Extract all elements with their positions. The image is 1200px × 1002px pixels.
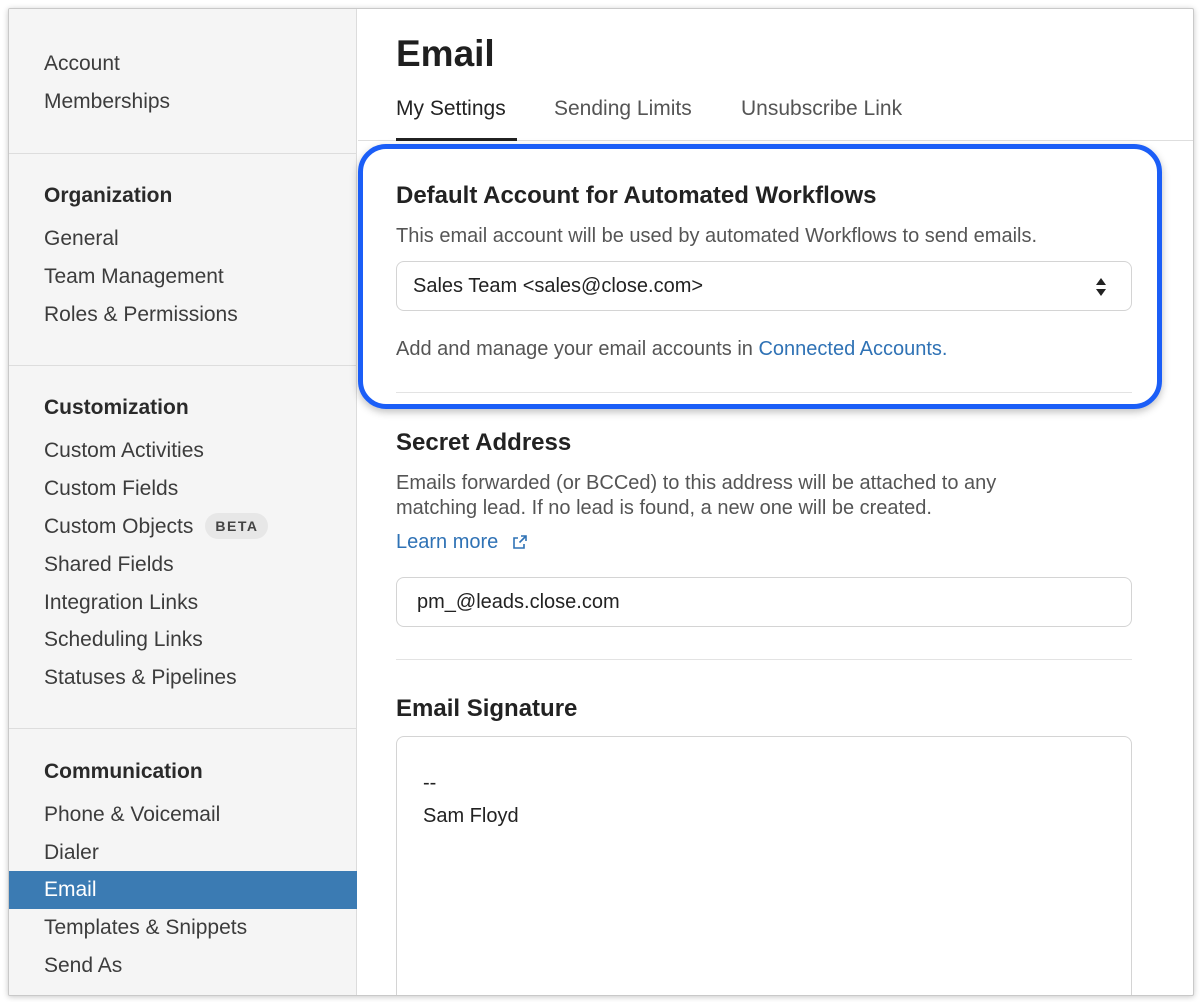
sidebar-item-general[interactable]: General	[9, 220, 357, 258]
secret-address-description: Emails forwarded (or BCCed) to this addr…	[396, 471, 996, 521]
email-signature-editor[interactable]: -- Sam Floyd	[396, 736, 1132, 995]
sidebar-heading-customization: Customization	[44, 396, 189, 419]
sidebar-item-integration-links[interactable]: Integration Links	[9, 584, 357, 622]
select-arrows-icon	[1096, 278, 1106, 296]
sidebar-item-dialer[interactable]: Dialer	[9, 834, 357, 872]
main-content: Email My Settings Sending Limits Unsubsc…	[358, 9, 1193, 995]
sidebar-item-memberships[interactable]: Memberships	[9, 83, 357, 121]
sidebar-item-send-as[interactable]: Send As	[9, 947, 357, 985]
sidebar-heading-communication: Communication	[44, 760, 203, 783]
sidebar-item-scheduling-links[interactable]: Scheduling Links	[9, 621, 357, 659]
sidebar-divider	[9, 365, 357, 366]
sidebar-item-statuses-pipelines[interactable]: Statuses & Pipelines	[9, 659, 357, 697]
active-tab-indicator	[396, 138, 517, 141]
tab-sending-limits[interactable]: Sending Limits	[554, 97, 692, 121]
connected-accounts-link[interactable]: Connected Accounts.	[758, 338, 947, 360]
sidebar-item-shared-fields[interactable]: Shared Fields	[9, 546, 357, 584]
beta-badge: BETA	[205, 513, 269, 539]
default-account-title: Default Account for Automated Workflows	[396, 182, 877, 209]
secret-address-input[interactable]: pm_@leads.close.com	[396, 577, 1132, 627]
section-divider	[396, 392, 1132, 393]
learn-more[interactable]: Learn more	[396, 530, 528, 555]
sidebar-item-custom-objects[interactable]: Custom Objects BETA	[9, 508, 357, 546]
sidebar-item-email[interactable]: Email	[9, 871, 357, 909]
external-link-icon	[513, 535, 527, 549]
signature-line: Sam Floyd	[423, 805, 519, 827]
connected-accounts-note: Add and manage your email accounts in Co…	[396, 337, 947, 362]
tab-unsubscribe-link[interactable]: Unsubscribe Link	[741, 97, 902, 121]
sidebar-item-templates-snippets[interactable]: Templates & Snippets	[9, 909, 357, 947]
sidebar-divider	[9, 153, 357, 154]
sidebar-item-label: Custom Objects	[44, 515, 194, 538]
settings-window: Account Memberships Organization General…	[8, 8, 1194, 996]
email-signature-title: Email Signature	[396, 695, 578, 722]
default-account-select-value: Sales Team <sales@close.com>	[413, 275, 704, 297]
sidebar: Account Memberships Organization General…	[9, 9, 357, 995]
tab-bar: My Settings Sending Limits Unsubscribe L…	[358, 89, 1193, 141]
sidebar-divider	[9, 728, 357, 729]
sidebar-item-roles-permissions[interactable]: Roles & Permissions	[9, 296, 357, 334]
sidebar-item-custom-activities[interactable]: Custom Activities	[9, 432, 357, 470]
secret-address-description-line: matching lead. If no lead is found, a ne…	[396, 497, 932, 519]
signature-line: --	[423, 772, 437, 794]
secret-address-description-line: Emails forwarded (or BCCed) to this addr…	[396, 472, 997, 494]
default-account-description: This email account will be used by autom…	[396, 225, 1038, 247]
sidebar-item-phone-voicemail[interactable]: Phone & Voicemail	[9, 796, 357, 834]
tab-my-settings[interactable]: My Settings	[396, 97, 506, 121]
learn-more-link[interactable]: Learn more	[396, 531, 498, 553]
default-account-select[interactable]: Sales Team <sales@close.com>	[396, 261, 1132, 311]
secret-address-title: Secret Address	[396, 429, 572, 456]
sidebar-item-custom-fields[interactable]: Custom Fields	[9, 470, 357, 508]
page-title: Email	[396, 33, 495, 74]
section-divider	[396, 659, 1132, 660]
sidebar-item-account[interactable]: Account	[9, 45, 357, 83]
connected-accounts-note-text: Add and manage your email accounts in	[396, 338, 759, 360]
sidebar-heading-organization: Organization	[44, 184, 173, 207]
sidebar-item-team-management[interactable]: Team Management	[9, 258, 357, 296]
